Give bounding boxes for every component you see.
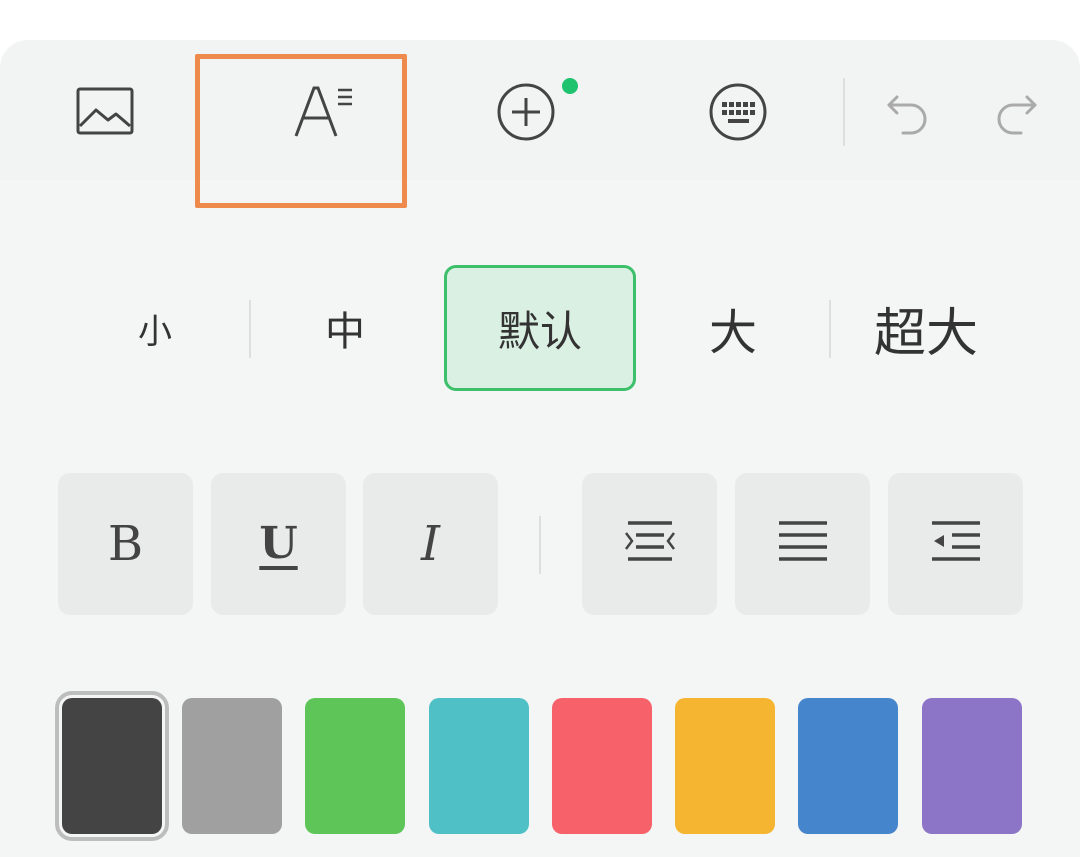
color-swatch-teal[interactable]	[429, 698, 529, 834]
color-swatch-red[interactable]	[552, 698, 652, 834]
bold-label: B	[107, 516, 144, 572]
underline-button[interactable]: U	[211, 473, 346, 615]
redo-icon	[991, 87, 1041, 137]
font-size-selector: 小 中 默认 大 超大	[0, 265, 1080, 393]
italic-label: I	[421, 516, 440, 572]
insert-image-button[interactable]	[64, 70, 148, 154]
indent-icon	[930, 519, 982, 569]
color-swatch-blue[interactable]	[798, 698, 898, 834]
add-button[interactable]	[484, 70, 568, 154]
color-swatch-dark-gray[interactable]	[55, 691, 169, 841]
italic-button[interactable]: I	[363, 473, 498, 615]
font-size-default[interactable]: 默认	[444, 265, 636, 391]
highlight-box	[195, 54, 407, 208]
image-icon	[76, 86, 136, 138]
bold-button[interactable]: B	[58, 473, 193, 615]
color-swatch-green[interactable]	[305, 698, 405, 834]
toolbar-divider	[843, 78, 845, 146]
align-center-button[interactable]	[582, 473, 717, 615]
size-divider	[829, 300, 831, 358]
align-justify-icon	[777, 519, 829, 569]
keyboard-icon	[707, 81, 769, 143]
font-size-small[interactable]: 小	[80, 265, 230, 391]
undo-icon	[883, 87, 933, 137]
font-size-extra-large[interactable]: 超大	[848, 265, 1004, 391]
indent-button[interactable]	[888, 473, 1023, 615]
font-size-medium[interactable]: 中	[268, 265, 422, 391]
color-swatch-purple[interactable]	[922, 698, 1022, 834]
color-swatch-gray[interactable]	[182, 698, 282, 834]
align-justify-button[interactable]	[735, 473, 870, 615]
add-circle-icon	[495, 81, 557, 143]
underline-label: U	[259, 518, 298, 569]
undo-button[interactable]	[866, 70, 950, 154]
keyboard-button[interactable]	[696, 70, 780, 154]
color-swatch-orange[interactable]	[675, 698, 775, 834]
notification-badge	[562, 78, 578, 94]
size-divider	[249, 300, 251, 358]
font-size-large[interactable]: 大	[656, 265, 810, 391]
format-divider	[539, 516, 541, 574]
align-center-icon	[624, 519, 676, 569]
redo-button[interactable]	[974, 70, 1058, 154]
